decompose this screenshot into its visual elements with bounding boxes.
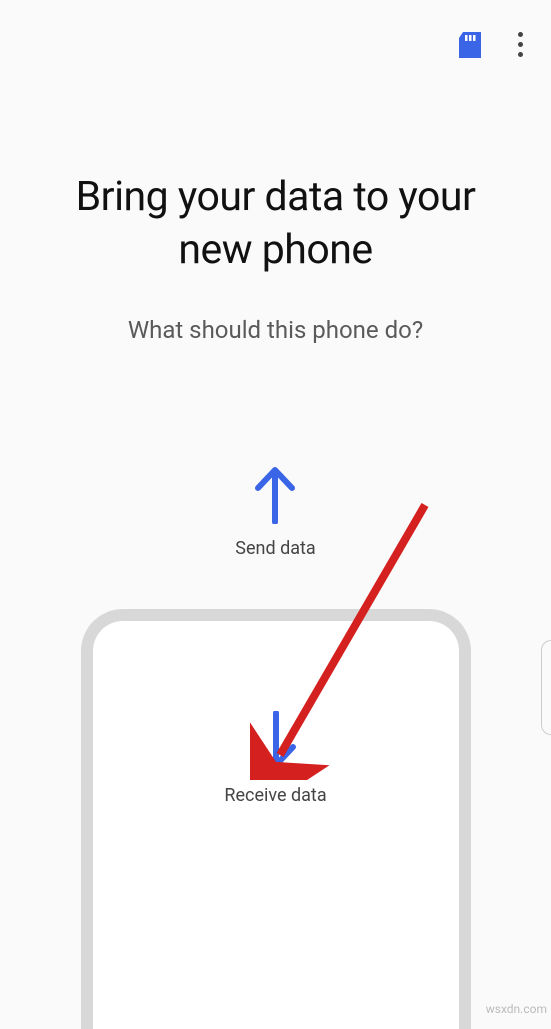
header: Bring your data to your new phone What s… (0, 61, 551, 344)
receive-data-option[interactable]: Receive data (81, 609, 471, 1029)
send-data-option[interactable]: Send data (235, 464, 315, 559)
receive-data-label: Receive data (224, 785, 326, 806)
options-area: Send data Receive data (0, 464, 551, 1029)
page-title: Bring your data to your new phone (40, 171, 511, 278)
more-vertical-icon[interactable] (510, 28, 531, 61)
sd-card-icon[interactable] (458, 31, 482, 59)
watermark: wsxdn.com (482, 1000, 551, 1018)
arrow-down-icon (251, 711, 301, 771)
page-subtitle: What should this phone do? (40, 316, 511, 344)
toolbar (0, 0, 551, 61)
arrow-up-icon (250, 464, 300, 524)
edge-handle (541, 640, 551, 735)
send-data-label: Send data (235, 538, 315, 559)
receive-inner: Receive data (224, 711, 326, 806)
